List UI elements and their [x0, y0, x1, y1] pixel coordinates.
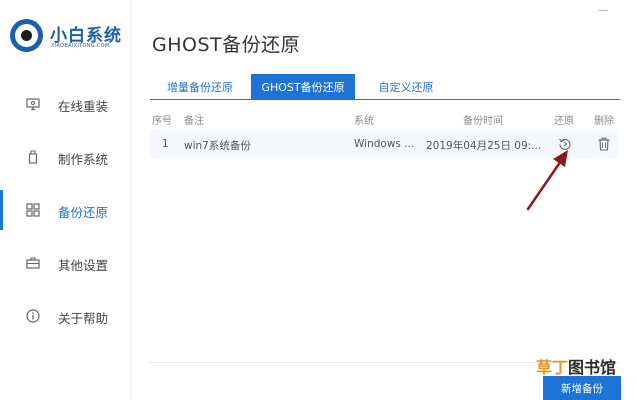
watermark: 草丁 图书馆: [536, 355, 616, 377]
sidebar: 小白系统 XIAOBAIXITONG.COM 在线重装 制作系统 备份还原 其他…: [0, 0, 132, 400]
monitor-icon: [26, 98, 40, 111]
tab-underline: [150, 99, 620, 100]
sidebar-item-backup-restore[interactable]: 备份还原: [0, 190, 131, 230]
add-backup-button[interactable]: 新增备份: [543, 376, 621, 400]
sidebar-item-other-settings[interactable]: 其他设置: [0, 243, 131, 283]
column-header-restore: 还原: [554, 116, 574, 127]
sidebar-item-about-help[interactable]: 关于帮助: [0, 296, 131, 336]
watermark-part-2: 图书馆: [568, 358, 617, 377]
app-logo: 小白系统 XIAOBAIXITONG.COM: [10, 18, 130, 54]
row-index: 1: [162, 138, 169, 150]
row-note: win7系统备份: [184, 140, 251, 152]
trash-icon[interactable]: [598, 137, 610, 151]
minimize-button[interactable]: [598, 10, 608, 11]
column-header-system: 系统: [354, 116, 374, 127]
sidebar-item-online-reinstall[interactable]: 在线重装: [0, 84, 131, 124]
sidebar-item-label: 制作系统: [58, 152, 109, 167]
tab-ghost-backup[interactable]: GHOST备份还原: [251, 74, 355, 99]
column-header-backup-time: 备份时间: [463, 116, 503, 127]
column-header-index: 序号: [152, 116, 172, 127]
logo-mark-icon: [10, 19, 43, 52]
briefcase-icon: [26, 257, 40, 269]
sidebar-item-label: 其他设置: [58, 258, 109, 273]
tab-incremental-backup[interactable]: 增量备份还原: [155, 74, 245, 99]
annotation-arrow-icon: [526, 150, 568, 211]
info-icon: [26, 309, 40, 323]
backup-grid-icon: [26, 203, 40, 217]
tab-custom-restore[interactable]: 自定义还原: [364, 74, 448, 99]
column-header-note: 备注: [184, 116, 204, 127]
column-header-delete: 删除: [594, 116, 614, 127]
row-system: Windows ...: [354, 138, 415, 150]
sidebar-item-label: 关于帮助: [58, 311, 109, 326]
sidebar-item-label: 在线重装: [58, 99, 109, 114]
watermark-part-1: 草丁: [536, 358, 569, 377]
sidebar-item-label: 备份还原: [58, 205, 109, 220]
app-subtitle: XIAOBAIXITONG.COM: [51, 43, 110, 49]
usb-drive-icon: [28, 150, 38, 164]
page-title: GHOST备份还原: [152, 34, 301, 56]
sidebar-item-make-system[interactable]: 制作系统: [0, 137, 131, 177]
